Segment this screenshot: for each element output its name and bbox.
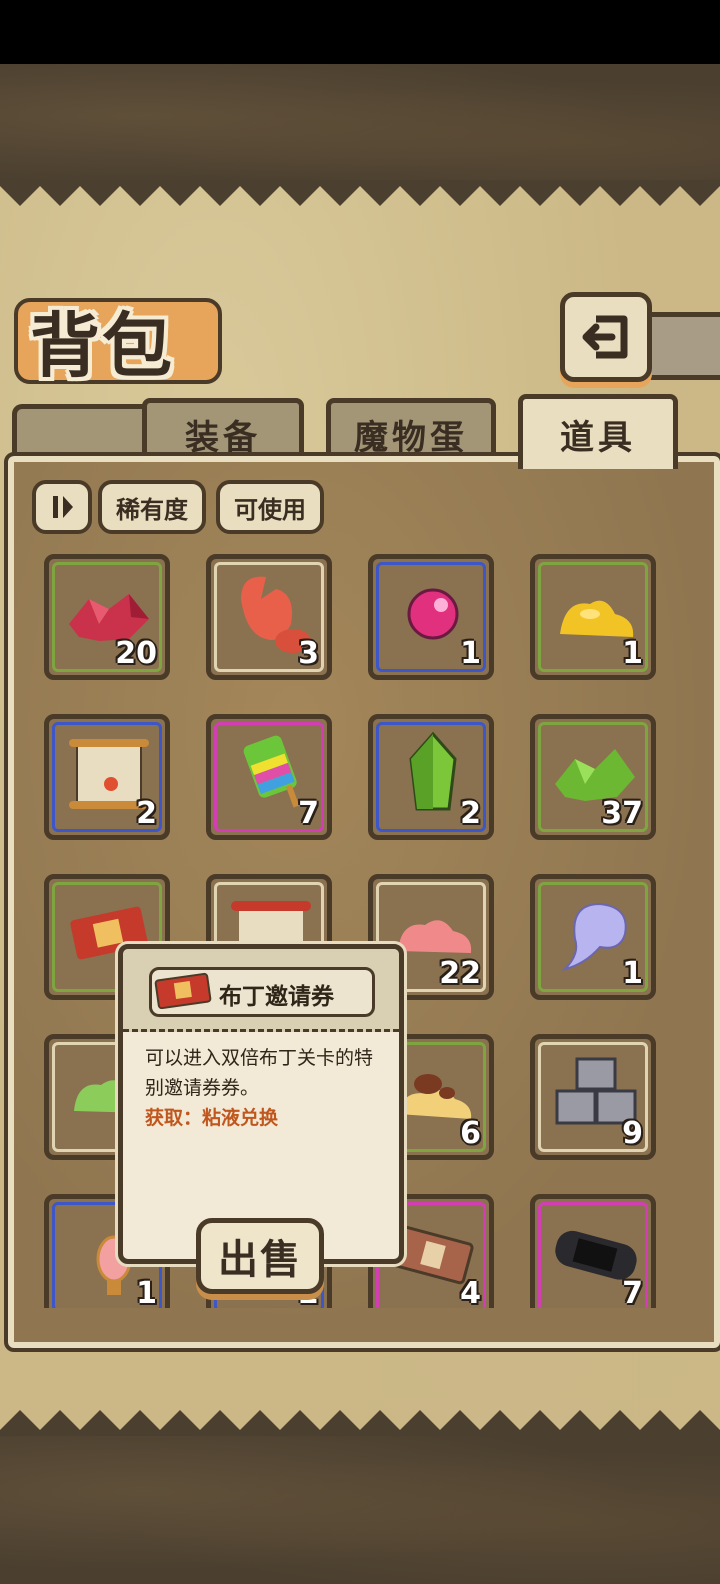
usable-filter-button[interactable]: 可使用 bbox=[216, 480, 324, 534]
pudding-ticket-icon bbox=[154, 972, 212, 1009]
sort-button[interactable] bbox=[32, 480, 92, 534]
item-slot-ghost-spirit[interactable]: 1 bbox=[530, 874, 656, 1000]
tooltip-description: 可以进入双倍布丁关卡的特别邀请券券。 bbox=[145, 1047, 374, 1099]
item-slot-green-crystal[interactable]: 2 bbox=[368, 714, 494, 840]
item-slot-red-crystal-shards[interactable]: 20 bbox=[44, 554, 170, 680]
map-background-bottom bbox=[0, 1430, 720, 1584]
status-bar-area bbox=[0, 0, 720, 64]
sort-icon bbox=[53, 496, 73, 518]
map-background-top bbox=[0, 64, 720, 194]
return-icon bbox=[582, 315, 628, 359]
tab-monster-eggs[interactable]: 魔物蛋 bbox=[326, 398, 496, 465]
tab-items[interactable]: 道具 bbox=[518, 394, 678, 469]
item-slot-green-crystal-shards[interactable]: 37 bbox=[530, 714, 656, 840]
tab-equipment[interactable]: 装备 bbox=[142, 398, 304, 465]
sell-button[interactable]: 出售 bbox=[196, 1218, 324, 1294]
item-slot-game-console[interactable]: 7 bbox=[530, 1194, 656, 1308]
item-slot-yellow-slime[interactable]: 1 bbox=[530, 554, 656, 680]
page-title: 背包 bbox=[30, 305, 174, 387]
item-tooltip: 布丁邀请券 可以进入双倍布丁关卡的特别邀请券券。 获取：粘液兑换 bbox=[118, 944, 404, 1264]
tooltip-source: 获取：粘液兑换 bbox=[145, 1107, 279, 1129]
rarity-filter-button[interactable]: 稀有度 bbox=[98, 480, 206, 534]
item-slot-scroll[interactable]: 2 bbox=[44, 714, 170, 840]
back-button[interactable] bbox=[560, 292, 652, 382]
zigzag-edge-top bbox=[0, 180, 720, 206]
tooltip-title: 布丁邀请券 bbox=[219, 984, 334, 1010]
item-slot-rainbow-popsicle[interactable]: 7 bbox=[206, 714, 332, 840]
zigzag-edge-bottom bbox=[0, 1410, 720, 1436]
item-slot-stone-blocks[interactable]: 9 bbox=[530, 1034, 656, 1160]
item-slot-crab-claw[interactable]: 3 bbox=[206, 554, 332, 680]
item-slot-pink-orb[interactable]: 1 bbox=[368, 554, 494, 680]
